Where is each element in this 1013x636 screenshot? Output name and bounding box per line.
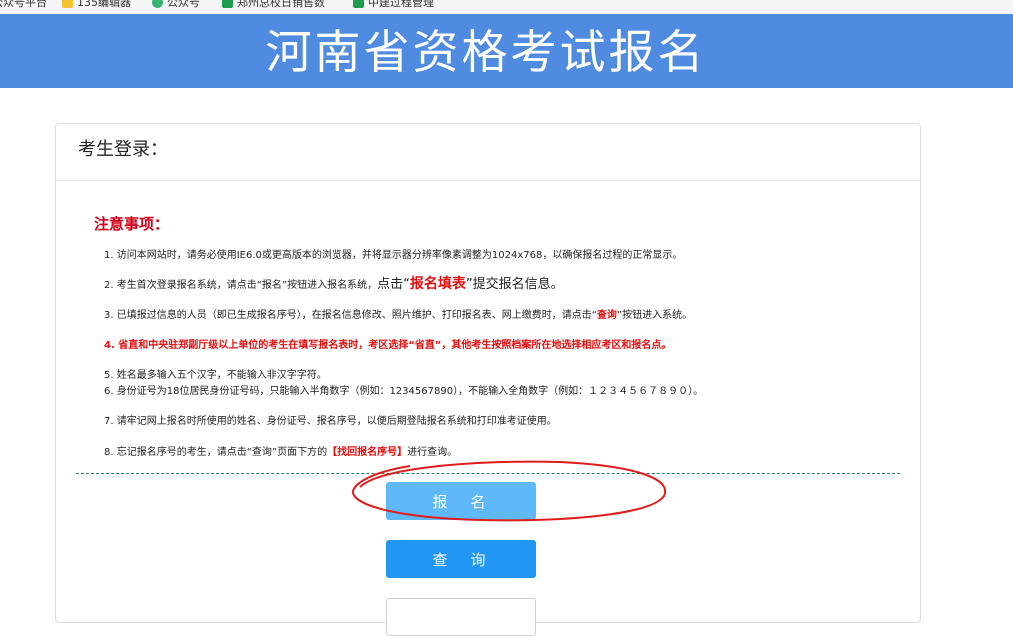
query-button[interactable]: 查 询 <box>386 540 536 578</box>
wechat-icon <box>152 0 163 8</box>
notice-highlight: 报名填表 <box>409 276 466 292</box>
notice-text: 8. 忘记报名序号的考生，请点击“查询”页面下方的 <box>104 447 328 458</box>
bar-chart-icon <box>62 0 73 8</box>
notice-item: 8. 忘记报名序号的考生，请点击“查询”页面下方的【找回报名序号】进行查询。 <box>104 447 457 459</box>
notice-text: 进行查询。 <box>407 447 458 458</box>
register-button[interactable]: 报 名 <box>386 482 536 520</box>
bookmarks-bar: 公众号平台 135编辑器 公众号 郑州总校日销售数 中建过程管理 <box>0 0 1013 14</box>
notice-highlight: 查询 <box>596 310 617 321</box>
notice-item: 6. 身份证号为18位居民身份证号码，只能输入半角数字（例如：123456789… <box>104 386 704 397</box>
page-title: 河南省资格考试报名 <box>265 25 707 79</box>
notice-item: 7. 请牢记网上报名时所使用的姓名、身份证号、报名序号，以便后期登陆报名系统和打… <box>104 416 557 427</box>
notice-text: ”提交报名信息。 <box>465 277 564 292</box>
notice-title: 注意事项： <box>94 215 170 233</box>
notice-text: ”按钮进入系统。 <box>616 310 693 321</box>
notice-text: 3. 已填报过信息的人员（即已生成报名序号），在报名信息修改、照片维护、打印报名… <box>104 310 597 321</box>
bookmark-item[interactable]: 公众号 <box>152 0 200 8</box>
notice-text: 2. 考生首次登录报名系统，请点击“报名”按钮进入报名系统， <box>104 280 378 291</box>
notice-item: 3. 已填报过信息的人员（即已生成报名序号），在报名信息修改、照片维护、打印报名… <box>104 310 692 322</box>
header-banner: 河南省资格考试报名 <box>0 14 1013 88</box>
notice-item: 4. 省直和中央驻郑副厅级以上单位的考生在填写报名表时，考区选择“省直”，其他考… <box>104 340 672 351</box>
divider <box>76 473 900 474</box>
bookmark-label: 公众号平台 <box>0 0 47 9</box>
notice-item: 1. 访问本网站时，请务必使用IE6.0或更高版本的浏览器，并将显示器分辨率像素… <box>104 250 683 261</box>
notice-item: 5. 姓名最多输入五个汉字，不能输入非汉字字符。 <box>104 370 327 381</box>
notice-item: 2. 考生首次登录报名系统，请点击“报名”按钮进入报名系统，点击“报名填表”提交… <box>104 276 564 292</box>
spreadsheet-icon <box>353 0 364 8</box>
recover-number-link[interactable]: 【找回报名序号】 <box>327 447 407 458</box>
bookmark-label: 135编辑器 <box>77 0 131 9</box>
bookmark-label: 公众号 <box>167 0 200 9</box>
login-panel: 考生登录： 注意事项： 1. 访问本网站时，请务必使用IE6.0或更高版本的浏览… <box>55 123 921 636</box>
panel-heading: 考生登录： <box>56 124 920 181</box>
bookmark-label: 中建过程管理 <box>368 0 434 9</box>
notice-text: 点击“ <box>377 277 410 292</box>
bookmark-item[interactable]: 135编辑器 <box>62 0 131 8</box>
bookmark-item[interactable]: 中建过程管理 <box>353 0 434 8</box>
bookmark-item[interactable]: 郑州总校日销售数 <box>222 0 325 8</box>
bookmark-label: 郑州总校日销售数 <box>237 0 325 9</box>
spreadsheet-icon <box>222 0 233 8</box>
bookmark-item[interactable]: 公众号平台 <box>0 0 47 8</box>
